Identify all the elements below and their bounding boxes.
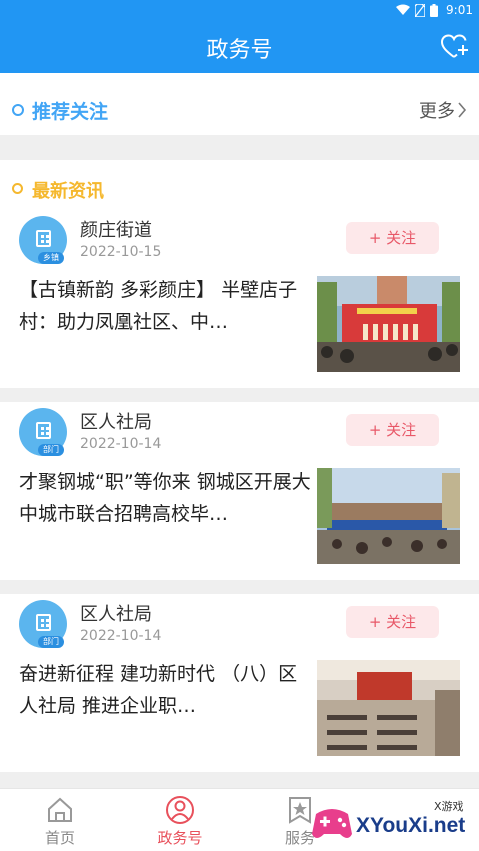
job-fair-image xyxy=(317,468,460,564)
news-headline[interactable]: 【古镇新韵 多彩颜庄】 半壁店子村：助力凤凰社区、中… xyxy=(19,274,311,338)
news-title: 最新资讯 xyxy=(32,181,104,202)
home-icon xyxy=(48,797,72,822)
section-dot-icon xyxy=(12,104,24,116)
watermark-text: XYouXi.net xyxy=(356,814,466,837)
news-thumbnail[interactable] xyxy=(317,276,460,372)
page-title: 政务号 xyxy=(206,38,273,63)
news-headline[interactable]: 才聚钢城“职”等你来 钢城区开展大中城市联合招聘高校毕… xyxy=(19,466,311,530)
news-card[interactable]: 乡镇 颜庄街道 2022-10-15 + 关注 【古镇新韵 多彩颜庄】 半壁店子… xyxy=(0,210,479,388)
stage-performance-image xyxy=(317,276,460,372)
more-label: 更多 xyxy=(419,101,455,122)
org-type-badge: 部门 xyxy=(38,444,64,456)
clock: 9:01 xyxy=(446,3,473,17)
status-bar: 9:01 xyxy=(0,0,479,22)
news-headline[interactable]: 奋进新征程 建功新时代 （八）区人社局 推进企业职… xyxy=(19,658,311,722)
gamepad-logo-icon xyxy=(312,809,352,838)
publish-date: 2022-10-15 xyxy=(80,244,162,260)
building-icon xyxy=(36,614,51,631)
building-icon xyxy=(36,422,51,439)
no-sim-icon xyxy=(415,3,426,17)
follow-button[interactable]: + 关注 xyxy=(346,222,439,254)
watermark-subtext: X游戏 xyxy=(434,800,464,813)
news-card[interactable]: 部门 区人社局 2022-10-14 + 关注 才聚钢城“职”等你来 钢城区开展… xyxy=(0,402,479,580)
tab-home[interactable]: 首页 xyxy=(0,795,120,848)
news-card[interactable]: 部门 区人社局 2022-10-14 + 关注 奋进新征程 建功新时代 （八）区… xyxy=(0,594,479,772)
status-icons: 9:01 xyxy=(396,3,473,17)
news-section-header: 最新资讯 xyxy=(0,160,479,210)
section-dot-icon xyxy=(12,183,23,194)
heart-add-icon[interactable] xyxy=(441,34,469,60)
building-icon xyxy=(36,230,51,247)
publish-date: 2022-10-14 xyxy=(80,628,162,644)
more-button[interactable]: 更多 xyxy=(419,97,467,123)
tab-label: 首页 xyxy=(44,829,75,847)
conference-hall-image xyxy=(317,660,460,756)
org-name[interactable]: 区人社局 xyxy=(80,408,152,434)
org-avatar[interactable]: 乡镇 xyxy=(19,216,67,264)
app-bar: 政务号 xyxy=(0,22,479,73)
follow-button[interactable]: + 关注 xyxy=(346,606,439,638)
watermark-logo: X游戏 XYouXi.net xyxy=(306,798,479,851)
publish-date: 2022-10-14 xyxy=(80,436,162,452)
wifi-icon xyxy=(396,4,411,15)
org-type-badge: 部门 xyxy=(38,636,64,648)
org-avatar[interactable]: 部门 xyxy=(19,600,67,648)
org-avatar[interactable]: 部门 xyxy=(19,408,67,456)
recommend-title: 推荐关注 xyxy=(32,101,109,123)
org-type-badge: 乡镇 xyxy=(38,252,64,264)
battery-icon xyxy=(430,3,439,17)
tab-gov-accounts[interactable]: 政务号 xyxy=(120,795,240,848)
org-name[interactable]: 区人社局 xyxy=(80,600,152,626)
recommend-section: 推荐关注 更多 xyxy=(0,73,479,135)
org-name[interactable]: 颜庄街道 xyxy=(80,216,152,242)
chevron-right-icon xyxy=(458,102,467,118)
follow-button[interactable]: + 关注 xyxy=(346,414,439,446)
user-circle-icon xyxy=(166,796,194,824)
news-thumbnail[interactable] xyxy=(317,468,460,564)
tab-label: 政务号 xyxy=(157,829,203,847)
news-thumbnail[interactable] xyxy=(317,660,460,756)
